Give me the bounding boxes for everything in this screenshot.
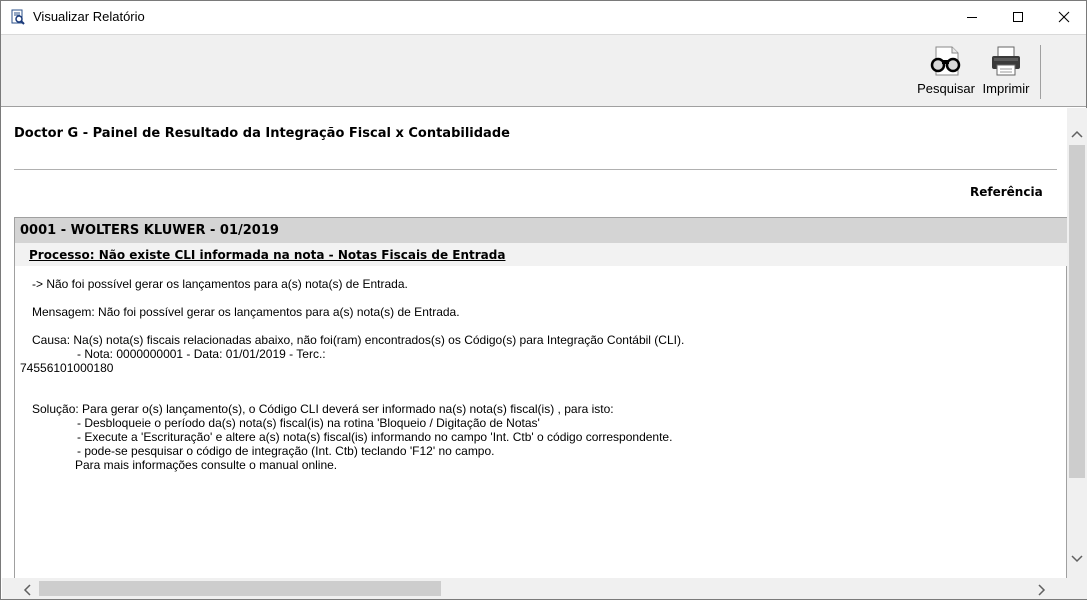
vertical-scroll-thumb[interactable]: [1069, 145, 1085, 478]
scroll-left-arrow-icon[interactable]: [22, 582, 32, 601]
process-title: Processo: Não existe CLI informada na no…: [29, 248, 506, 262]
process-row: Processo: Não existe CLI informada na no…: [15, 243, 1067, 266]
toolbar-separator: [1040, 45, 1041, 99]
message-line-causa: Causa: Na(s) nota(s) fiscais relacionada…: [32, 333, 685, 347]
reference-label: Referência: [970, 185, 1043, 199]
message-line-solucao: Solução: Para gerar o(s) lançamento(s), …: [32, 402, 614, 416]
horizontal-scrollbar[interactable]: [2, 578, 1067, 599]
message-line-execute: - Execute a 'Escrituração' e altere a(s)…: [77, 430, 673, 444]
search-button[interactable]: Pesquisar: [917, 45, 975, 105]
printer-icon: [992, 46, 1020, 76]
maximize-button[interactable]: [995, 1, 1041, 33]
scrollbar-corner: [1067, 578, 1087, 599]
section-header: 0001 - WOLTERS KLUWER - 01/2019: [15, 218, 1067, 243]
print-button[interactable]: Imprimir: [979, 45, 1033, 105]
search-button-label: Pesquisar: [917, 81, 975, 96]
report-viewer-window: Visualizar Relatório Pesquisar Imprimir …: [0, 0, 1087, 600]
scroll-right-arrow-icon[interactable]: [1037, 582, 1047, 601]
print-button-label: Imprimir: [982, 81, 1030, 96]
close-icon: [1058, 11, 1070, 23]
report-content[interactable]: Doctor G - Painel de Resultado da Integr…: [2, 108, 1067, 578]
message-line-pesquisar: - pode-se pesquisar o código de integraç…: [77, 444, 495, 458]
app-report-icon: [10, 9, 26, 25]
report-divider: [14, 169, 1057, 170]
minimize-icon: [967, 17, 977, 18]
maximize-icon: [1013, 12, 1023, 22]
title-bar[interactable]: Visualizar Relatório: [1, 1, 1086, 34]
scroll-up-arrow-icon[interactable]: [1070, 124, 1084, 143]
vertical-scrollbar[interactable]: [1067, 108, 1087, 578]
message-line-arrow: -> Não foi possível gerar os lançamentos…: [32, 277, 408, 291]
message-line-cnpj: 74556101000180: [20, 361, 114, 375]
message-line-desbloqueie: - Desbloqueie o período da(s) nota(s) fi…: [77, 416, 540, 430]
window-title: Visualizar Relatório: [33, 9, 145, 24]
toolbar: Pesquisar Imprimir: [1, 34, 1086, 107]
message-line-nota: - Nota: 0000000001 - Data: 01/01/2019 - …: [77, 347, 326, 361]
horizontal-scroll-thumb[interactable]: [39, 581, 441, 596]
binoculars-search-icon: [930, 46, 961, 76]
scroll-down-arrow-icon[interactable]: [1070, 549, 1084, 568]
company-section: 0001 - WOLTERS KLUWER - 01/2019 Processo…: [14, 217, 1067, 578]
message-line-mensagem: Mensagem: Não foi possível gerar os lanç…: [32, 305, 460, 319]
section-title: 0001 - WOLTERS KLUWER - 01/2019: [20, 223, 279, 238]
minimize-button[interactable]: [949, 1, 995, 33]
message-line-manual: Para mais informações consulte o manual …: [75, 458, 338, 472]
close-button[interactable]: [1041, 1, 1087, 33]
report-title: Doctor G - Painel de Resultado da Integr…: [14, 126, 510, 141]
